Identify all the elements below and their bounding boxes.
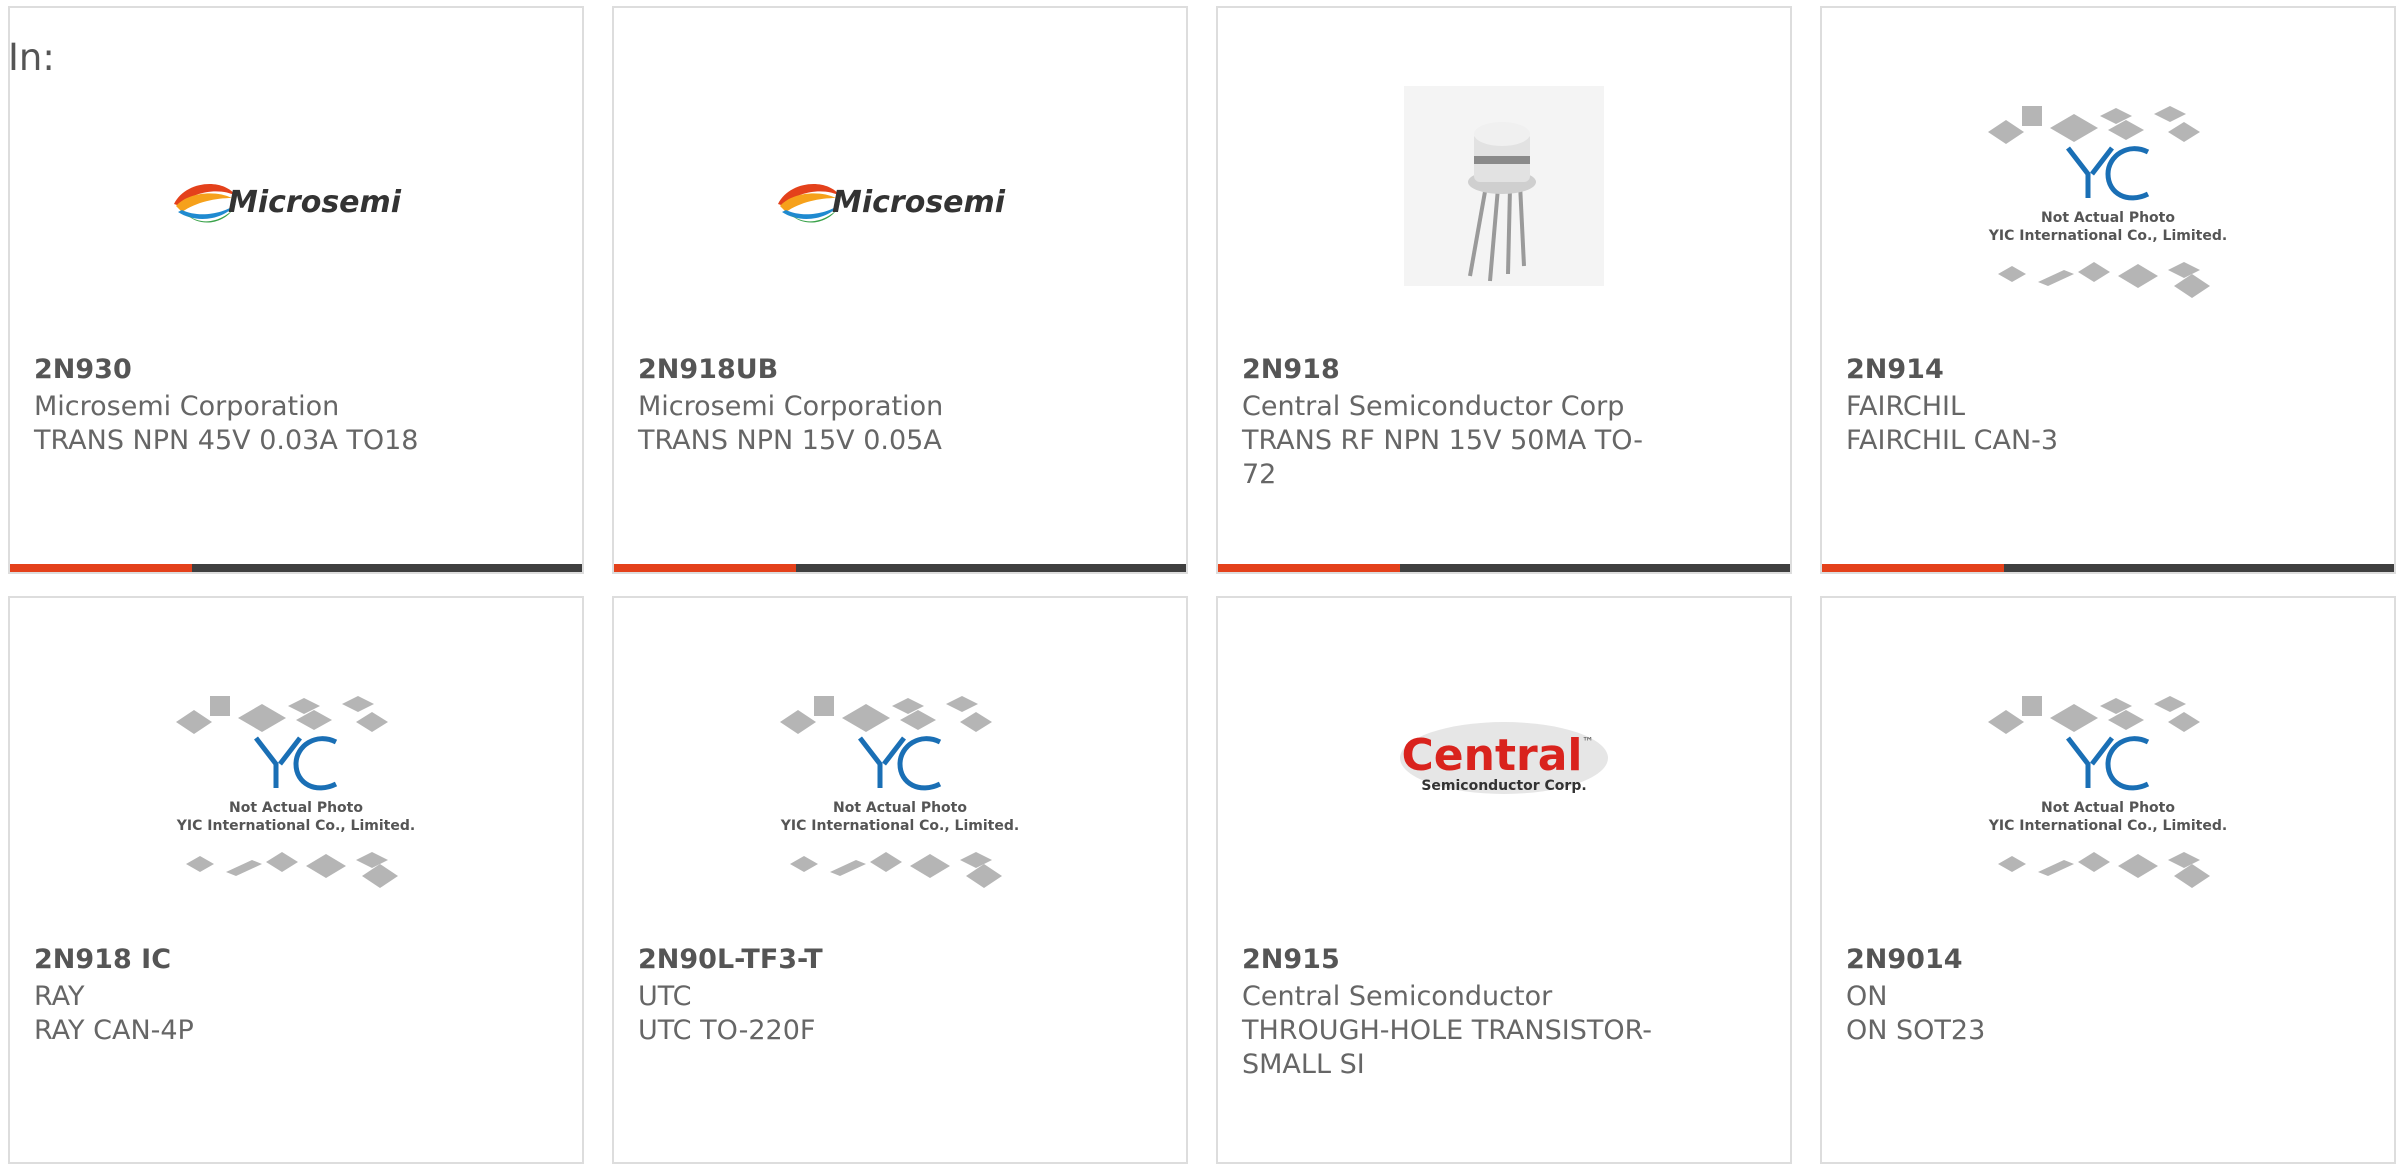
part-number[interactable]: 2N918UB [638, 354, 778, 385]
card-bar [1822, 564, 2394, 572]
yic-line1: Not Actual Photo [2041, 800, 2175, 816]
yic-line1: Not Actual Photo [2041, 210, 2175, 226]
manufacturer-name: Central Semiconductor Corp [1242, 391, 1625, 422]
yic-line2: YIC International Co., Limited. [1988, 818, 2227, 834]
card-bar [1218, 564, 1790, 572]
manufacturer-name: Microsemi Corporation [34, 391, 340, 422]
manufacturer-name: Central Semiconductor [1242, 981, 1553, 1012]
yic-line1: Not Actual Photo [833, 800, 967, 816]
yic-placeholder-image: Not Actual Photo YIC International Co., … [1978, 666, 2238, 926]
part-description: TRANS RF NPN 15V 50MA TO-72 [1242, 425, 1644, 490]
central-logo-sub: Semiconductor Corp. [1421, 778, 1586, 794]
part-description: UTC TO-220F [638, 1015, 816, 1046]
yic-line1: Not Actual Photo [229, 800, 363, 816]
part-description: TRANS NPN 15V 0.05A [638, 425, 942, 456]
part-description: ON SOT23 [1846, 1015, 1986, 1046]
part-number[interactable]: 2N90L-TF3-T [638, 944, 823, 975]
part-number[interactable]: 2N914 [1846, 354, 1944, 385]
manufacturer-name: FAIRCHIL [1846, 391, 1966, 422]
in-label: In: [8, 36, 55, 79]
product-card[interactable]: Microsemi 2N930 Microsemi Corporation TR… [8, 6, 584, 574]
transistor-photo [1374, 76, 1634, 336]
manufacturer-logo: Microsemi [166, 76, 426, 336]
manufacturer-name: ON [1846, 981, 1888, 1012]
card-bar [10, 564, 582, 572]
part-description: FAIRCHIL CAN-3 [1846, 425, 2059, 456]
manufacturer-name: RAY [34, 981, 85, 1012]
yic-placeholder-image: Not Actual Photo YIC International Co., … [166, 666, 426, 926]
product-card[interactable]: Not Actual Photo YIC International Co., … [1820, 6, 2396, 574]
card-bar [614, 564, 1186, 572]
part-number[interactable]: 2N915 [1242, 944, 1340, 975]
part-description: TRANS NPN 45V 0.03A TO18 [34, 425, 419, 456]
part-number[interactable]: 2N930 [34, 354, 132, 385]
manufacturer-logo: Central ™ Semiconductor Corp. [1374, 666, 1634, 926]
manufacturer-name: Microsemi Corporation [638, 391, 944, 422]
yic-line2: YIC International Co., Limited. [780, 818, 1019, 834]
manufacturer-logo: Microsemi [770, 76, 1030, 336]
central-logo-text: Central [1402, 730, 1583, 781]
part-number[interactable]: 2N918 [1242, 354, 1340, 385]
part-description: THROUGH-HOLE TRANSISTOR-SMALL SI [1242, 1015, 1652, 1080]
microsemi-logo-text: Microsemi [228, 185, 402, 220]
manufacturer-name: UTC [638, 981, 692, 1012]
yic-line2: YIC International Co., Limited. [1988, 228, 2227, 244]
central-logo-tm: ™ [1582, 735, 1594, 749]
product-card[interactable]: 2N918 Central Semiconductor Corp TRANS R… [1216, 6, 1792, 574]
part-number[interactable]: 2N9014 [1846, 944, 1963, 975]
product-card[interactable]: Not Actual Photo YIC International Co., … [8, 596, 584, 1164]
yic-placeholder-image: Not Actual Photo YIC International Co., … [770, 666, 1030, 926]
part-description: RAY CAN-4P [34, 1015, 194, 1046]
microsemi-logo-text: Microsemi [832, 185, 1006, 220]
product-card[interactable]: Not Actual Photo YIC International Co., … [1820, 596, 2396, 1164]
product-card[interactable]: Microsemi 2N918UB Microsemi Corporation … [612, 6, 1188, 574]
product-card[interactable]: Central ™ Semiconductor Corp. 2N915 Cent… [1216, 596, 1792, 1164]
yic-line2: YIC International Co., Limited. [176, 818, 415, 834]
part-number[interactable]: 2N918 IC [34, 944, 171, 975]
yic-placeholder-image: Not Actual Photo YIC International Co., … [1978, 76, 2238, 336]
product-card[interactable]: Not Actual Photo YIC International Co., … [612, 596, 1188, 1164]
